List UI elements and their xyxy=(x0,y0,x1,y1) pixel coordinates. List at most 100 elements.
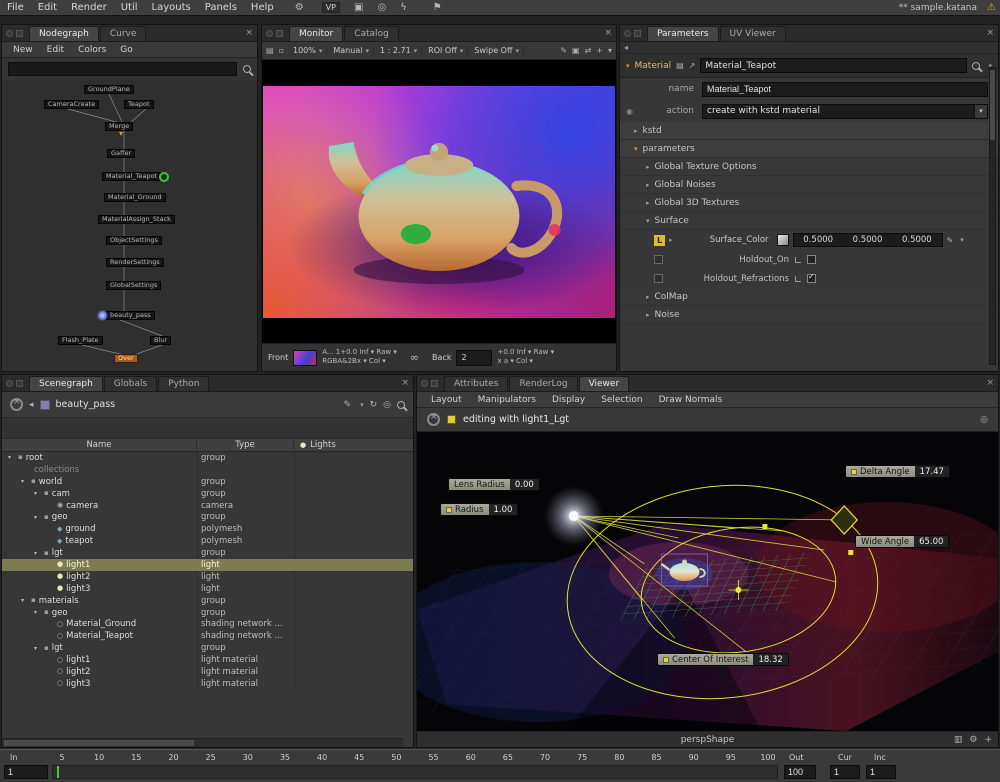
close-icon[interactable]: × xyxy=(986,28,994,38)
graph-node[interactable]: Flash_Plate xyxy=(58,336,103,345)
parameter-group[interactable]: ▸ Global Noises xyxy=(620,176,998,194)
tab[interactable]: Nodegraph xyxy=(29,26,99,41)
frame-tick[interactable]: 100 xyxy=(758,753,778,762)
panel-menu-icon[interactable] xyxy=(266,30,273,37)
viewer-menu-item[interactable]: Draw Normals xyxy=(651,395,731,405)
viewer-menu-item[interactable]: Layout xyxy=(423,395,470,405)
chevron-down-icon[interactable]: ▾ xyxy=(974,105,987,118)
compare-icon[interactable]: ⇄ xyxy=(585,46,592,55)
compare-views-icon[interactable]: ∞ xyxy=(410,351,419,364)
frame-tick[interactable]: 70 xyxy=(535,753,555,762)
expander-icon[interactable] xyxy=(34,645,41,652)
name-input[interactable] xyxy=(702,82,988,97)
center-of-interest-hud[interactable]: Center Of Interest 18.32 xyxy=(657,653,789,666)
scenegraph-row[interactable]: light2 light material xyxy=(2,666,413,678)
frame-tick[interactable]: 15 xyxy=(126,753,146,762)
panel-menu-icon[interactable] xyxy=(624,30,631,37)
front-thumbnail[interactable] xyxy=(293,350,317,366)
lock-icon[interactable]: ▫ xyxy=(279,46,284,55)
parameter-group[interactable]: ▸ Global Texture Options xyxy=(620,158,998,176)
collapse-icon[interactable]: ◂ xyxy=(624,43,628,52)
column-lights[interactable]: Lights xyxy=(294,440,413,450)
menu-item[interactable]: Edit xyxy=(31,2,64,13)
slider-icon[interactable]: ✎ xyxy=(947,236,954,245)
parameter-state-icon[interactable] xyxy=(654,255,663,264)
back-buffer-field[interactable]: 2 xyxy=(456,350,492,366)
nodegraph-menu-item[interactable]: Go xyxy=(113,45,139,55)
graph-node[interactable]: Merge xyxy=(105,122,133,131)
scenegraph-row[interactable]: light3 light xyxy=(2,583,413,595)
node-name-field[interactable]: Material_Teapot xyxy=(700,58,967,73)
scenegraph-row[interactable]: light3 light material xyxy=(2,678,413,690)
current-frame-input[interactable] xyxy=(830,765,860,779)
wide-angle-hud[interactable]: Wide Angle 65.00 xyxy=(855,535,949,548)
frame-tick[interactable]: 95 xyxy=(721,753,741,762)
color-component[interactable]: 0.5000 xyxy=(803,235,833,245)
scrollbar[interactable] xyxy=(989,67,996,365)
graph-node[interactable]: ObjectSettings xyxy=(106,236,162,245)
tab[interactable]: Scenegraph xyxy=(29,376,103,391)
close-icon[interactable]: × xyxy=(986,378,994,388)
expander-icon[interactable] xyxy=(21,597,28,604)
color-swatch[interactable] xyxy=(777,234,789,246)
back-channel-controls[interactable]: x a ▾ Col ▾ xyxy=(497,358,554,366)
copy-icon[interactable]: ▣ xyxy=(572,46,580,55)
graph-node[interactable]: beauty_pass xyxy=(106,311,155,320)
monitor-dropdown[interactable]: 1 : 2.71▾ xyxy=(376,46,422,55)
holdout-refractions-checkbox[interactable] xyxy=(807,274,816,283)
scenegraph-row[interactable]: ground polymesh xyxy=(2,523,413,535)
kstd-group[interactable]: ▸ kstd xyxy=(620,122,998,140)
graph-node[interactable]: CameraCreate xyxy=(44,100,99,109)
tab[interactable]: Python xyxy=(158,376,209,391)
expander-icon[interactable] xyxy=(34,609,41,616)
scenegraph-row[interactable]: lgt group xyxy=(2,642,413,654)
holdout-on-checkbox[interactable] xyxy=(807,255,816,264)
render-view[interactable] xyxy=(262,60,616,343)
tab[interactable]: Attributes xyxy=(444,376,508,391)
crosshair-icon[interactable]: + xyxy=(596,46,603,55)
refresh-icon[interactable]: ↻ xyxy=(370,400,378,410)
expander-icon[interactable] xyxy=(8,454,15,461)
frame-tick[interactable]: 30 xyxy=(238,753,258,762)
add-icon[interactable]: + xyxy=(984,735,992,745)
hud-value[interactable]: 65.00 xyxy=(914,536,948,547)
color-values-field[interactable]: 0.50000.50000.5000 xyxy=(793,233,943,247)
scenegraph-row[interactable]: light2 light xyxy=(2,571,413,583)
parameter-group[interactable]: ▸ Global 3D Textures xyxy=(620,194,998,212)
back-icon[interactable]: ◂ xyxy=(29,400,34,410)
frame-tick[interactable]: 25 xyxy=(201,753,221,762)
viewer-viewport[interactable]: Lens Radius 0.00 Radius 1.00 Delta Angle… xyxy=(417,432,998,731)
snapshot-icon[interactable]: ▣ xyxy=(354,2,363,13)
tab[interactable]: UV Viewer xyxy=(720,26,786,41)
graph-node[interactable]: Material_Teapot xyxy=(102,172,161,181)
menu-item[interactable]: Render xyxy=(64,2,114,13)
frame-tick[interactable]: 45 xyxy=(349,753,369,762)
scenegraph-row[interactable]: world group xyxy=(2,476,413,488)
column-name[interactable]: Name xyxy=(2,440,197,450)
frame-tick[interactable]: 75 xyxy=(572,753,592,762)
frame-tick[interactable]: 5 xyxy=(52,753,72,762)
column-type[interactable]: Type xyxy=(197,440,294,450)
scrollbar-thumb[interactable] xyxy=(990,70,995,140)
frame-tick[interactable]: 85 xyxy=(647,753,667,762)
scenegraph-row[interactable]: light1 light material xyxy=(2,654,413,666)
tab[interactable]: RenderLog xyxy=(509,376,577,391)
scenegraph-row[interactable]: Material_Teapot shading network ... xyxy=(2,630,413,642)
search-icon[interactable] xyxy=(972,62,980,70)
expander-icon[interactable] xyxy=(34,550,41,557)
scenegraph-row[interactable]: root group xyxy=(2,452,413,464)
power-icon[interactable]: ◎ xyxy=(383,400,391,410)
nodegraph-menu-item[interactable]: Edit xyxy=(40,45,71,55)
camera-name[interactable]: perspShape xyxy=(681,735,735,745)
panel-float-icon[interactable] xyxy=(431,380,438,387)
search-icon[interactable] xyxy=(243,65,251,73)
panel-menu-icon[interactable] xyxy=(6,30,13,37)
scenegraph-row[interactable]: materials group xyxy=(2,595,413,607)
grid-icon[interactable]: ▥ xyxy=(954,735,963,745)
search-icon[interactable] xyxy=(397,401,405,409)
panel-float-icon[interactable] xyxy=(276,30,283,37)
options-caret-icon[interactable]: ▾ xyxy=(608,46,612,55)
frame-tick[interactable]: 20 xyxy=(163,753,183,762)
pen-icon[interactable]: ✎ xyxy=(560,46,567,55)
delta-angle-hud[interactable]: Delta Angle 17.47 xyxy=(845,465,950,478)
